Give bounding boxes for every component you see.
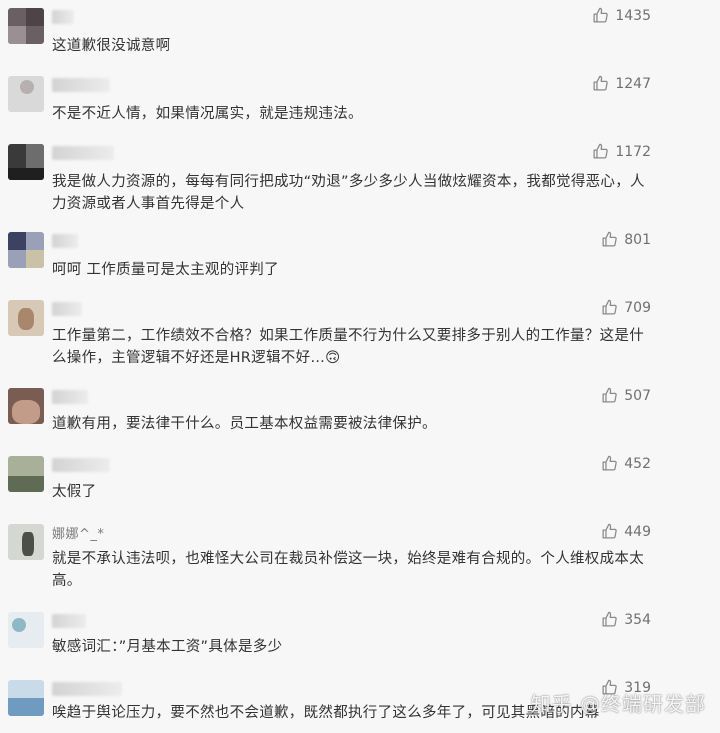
avatar[interactable] (8, 612, 44, 648)
avatar[interactable] (8, 680, 44, 716)
comment-text: 工作量第二，工作绩效不合格？如果工作质量不行为什么又要排多于别人的工作量？这是什… (52, 328, 644, 366)
like-button[interactable]: 452 (601, 455, 651, 472)
thumbs-up-icon (593, 143, 609, 159)
like-button[interactable]: 801 (601, 231, 651, 248)
like-count: 1247 (615, 75, 651, 92)
like-count: 507 (624, 387, 651, 404)
username-blurred (52, 78, 110, 92)
avatar[interactable] (8, 144, 44, 180)
avatar[interactable] (8, 456, 44, 492)
comment-text: 我是做人力资源的，每每有同行把成功“劝退”多少多少人当做炫耀资本，我都觉得恶心，… (52, 174, 645, 212)
comment-text: 敏感词汇：”月基本工资”具体是多少 (52, 639, 283, 655)
thumbs-up-icon (602, 455, 618, 471)
avatar[interactable] (8, 232, 44, 268)
comment-text: 道歉有用，要法律干什么。员工基本权益需要被法律保护。 (52, 416, 437, 432)
username-blurred (52, 10, 74, 24)
like-count: 801 (624, 231, 651, 248)
username-blurred (52, 302, 82, 316)
thumbs-up-icon (602, 231, 618, 247)
avatar[interactable] (8, 76, 44, 112)
like-button[interactable]: 354 (601, 611, 651, 628)
username-blurred (52, 682, 122, 696)
thumbs-up-icon (602, 611, 618, 627)
like-count: 449 (624, 523, 651, 540)
username-blurred (52, 458, 110, 472)
like-button[interactable]: 1247 (592, 75, 651, 92)
username-blurred (52, 614, 86, 628)
username[interactable]: 娜娜^_* (52, 523, 104, 542)
like-button[interactable]: 449 (601, 523, 651, 540)
like-count: 452 (624, 455, 651, 472)
like-count: 709 (624, 299, 651, 316)
comment-text: 不是不近人情，如果情况属实，就是违规违法。 (52, 106, 363, 122)
watermark: 知乎 @终端研发部 (530, 692, 706, 716)
like-button[interactable]: 709 (601, 299, 651, 316)
username-blurred (52, 234, 78, 248)
comment-text: 呵呵 工作质量可是太主观的评判了 (52, 262, 279, 278)
like-button[interactable]: 1435 (592, 7, 651, 24)
avatar[interactable] (8, 8, 44, 44)
like-count: 1435 (615, 7, 651, 24)
like-count: 1172 (615, 143, 651, 160)
avatar[interactable] (8, 300, 44, 336)
username-blurred (52, 146, 114, 160)
thumbs-up-icon (602, 299, 618, 315)
username-blurred (52, 390, 88, 404)
comment-text: 就是不承认违法呗，也难怪大公司在裁员补偿这一块，始终是难有合规的。个人维权成本太… (52, 551, 644, 589)
comment-text: 太假了 (52, 484, 97, 500)
comment-text: 这道歉很没诚意啊 (52, 38, 171, 54)
thumbs-up-icon (593, 7, 609, 23)
avatar[interactable] (8, 388, 44, 424)
thumbs-up-icon (602, 523, 618, 539)
thumbs-up-icon (593, 75, 609, 91)
like-count: 354 (624, 611, 651, 628)
like-button[interactable]: 507 (601, 387, 651, 404)
like-button[interactable]: 1172 (592, 143, 651, 160)
avatar[interactable] (8, 524, 44, 560)
thumbs-up-icon (602, 387, 618, 403)
